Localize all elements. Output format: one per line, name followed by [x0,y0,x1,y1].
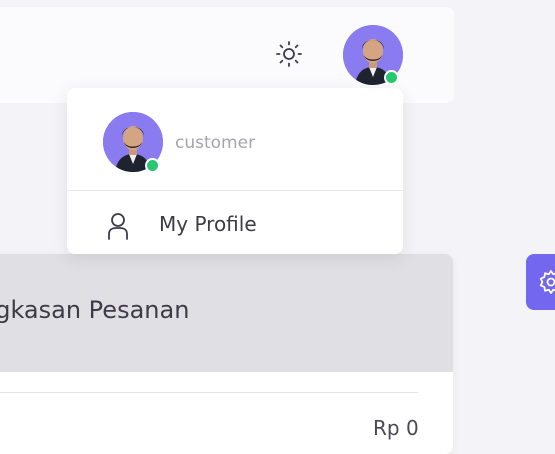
user-role: customer [175,133,256,153]
sun-icon [276,41,302,67]
user-icon [108,213,128,240]
menu-item-label: My Profile [159,212,257,236]
card-title: ngkasan Pesanan [0,296,190,324]
summary-row-value: Rp 0 [373,416,419,440]
divider [0,392,418,393]
online-status-dot [384,70,399,85]
online-status-dot [145,158,160,173]
settings-customizer-button[interactable] [526,254,555,310]
theme-toggle-button[interactable] [272,37,306,71]
menu-item-my-profile[interactable]: My Profile [67,192,403,252]
order-summary-card: ngkasan Pesanan l Rp 0 [0,254,453,454]
user-dropdown-menu: customer My Profile [67,88,403,254]
dropdown-divider [67,190,403,191]
gear-icon [539,270,555,294]
card-header: ngkasan Pesanan [0,254,453,372]
